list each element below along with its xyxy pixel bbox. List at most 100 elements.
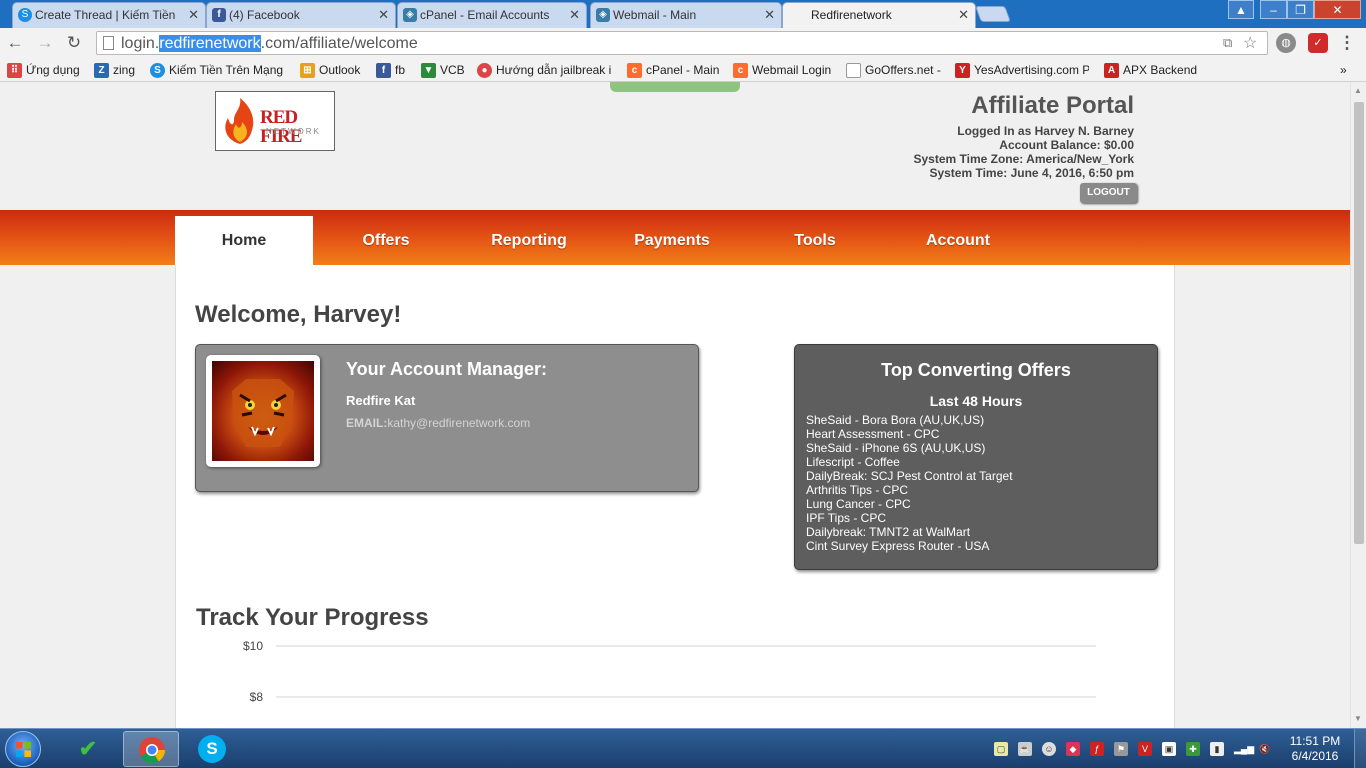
tray-note-icon[interactable]: ▢: [994, 742, 1008, 756]
offer-item[interactable]: Dailybreak: TMNT2 at WalMart: [806, 525, 1013, 539]
bookmark-yesadvertising[interactable]: Y YesAdvertising.com P: [955, 61, 1089, 79]
offer-item[interactable]: IPF Tips - CPC: [806, 511, 1013, 525]
portal-title: Affiliate Portal: [971, 92, 1134, 119]
bookmarks-overflow-icon[interactable]: »: [1340, 61, 1347, 79]
new-tab-button[interactable]: [975, 6, 1011, 22]
offer-item[interactable]: Arthritis Tips - CPC: [806, 483, 1013, 497]
reload-icon[interactable]: ↻: [63, 32, 85, 54]
extension-badge-icon[interactable]: ✓: [1308, 33, 1328, 53]
scroll-thumb[interactable]: [1354, 102, 1364, 544]
network-signal-icon[interactable]: ▂▄▆: [1234, 742, 1254, 756]
menu-icon[interactable]: ⋮: [1336, 32, 1358, 54]
tray-flag-icon[interactable]: ⚑: [1114, 742, 1128, 756]
taskbar-chrome[interactable]: [123, 731, 179, 767]
redfire-logo[interactable]: RED FIRE NETWORK: [215, 91, 335, 151]
offer-item[interactable]: Heart Assessment - CPC: [806, 427, 1013, 441]
restore-button[interactable]: ❐: [1287, 0, 1314, 19]
minimize-button[interactable]: –: [1260, 0, 1287, 19]
taskbar-checkmark-app[interactable]: ✔: [60, 731, 116, 767]
account-manager-name: Redfire Kat: [346, 393, 416, 408]
page-scrollbar[interactable]: ▲ ▼: [1350, 82, 1366, 728]
bookmark-zing[interactable]: Zzing: [94, 61, 135, 79]
tab-title: (4) Facebook: [229, 8, 300, 22]
tab-title: Webmail - Main: [613, 8, 697, 22]
close-icon[interactable]: ✕: [764, 3, 775, 27]
logout-button[interactable]: LOGOUT: [1080, 183, 1137, 203]
translate-icon[interactable]: ⧉: [1223, 35, 1232, 51]
welcome-heading: Welcome, Harvey!: [195, 301, 402, 328]
close-icon[interactable]: ✕: [958, 3, 969, 27]
bookmark-kiem-tien[interactable]: S Kiếm Tiền Trên Mạng: [150, 61, 283, 79]
start-button[interactable]: [5, 731, 41, 767]
bookmark-webmail-login[interactable]: c Webmail Login: [733, 61, 831, 79]
offer-item[interactable]: SheSaid - Bora Bora (AU,UK,US): [806, 413, 1013, 427]
tab-create-thread[interactable]: S Create Thread | Kiếm Tiền ✕: [12, 2, 206, 28]
page-icon: [103, 36, 114, 50]
bookmark-outlook[interactable]: ⊞ Outlook: [300, 61, 360, 79]
close-icon[interactable]: ✕: [569, 3, 580, 27]
system-time: System Time: June 4, 2016, 6:50 pm: [929, 166, 1134, 180]
bookmark-apx-backend[interactable]: A APX Backend: [1104, 61, 1197, 79]
page-viewport: RED FIRE NETWORK Affiliate Portal Logged…: [0, 82, 1350, 728]
bookmark-star-icon[interactable]: ☆: [1243, 33, 1257, 53]
volume-muted-icon[interactable]: 🔇: [1258, 742, 1272, 756]
checkmark-icon: ✔: [78, 736, 98, 761]
tab-cpanel-email[interactable]: ◈ cPanel - Email Accounts ✕: [397, 2, 587, 28]
tray-usb-icon[interactable]: ▮: [1210, 742, 1224, 756]
nav-home[interactable]: Home: [175, 216, 313, 265]
close-icon[interactable]: ✕: [188, 3, 199, 27]
user-profile-icon[interactable]: ▲: [1228, 0, 1254, 19]
tab-webmail[interactable]: ◈ Webmail - Main ✕: [590, 2, 782, 28]
close-window-button[interactable]: ✕: [1314, 0, 1361, 19]
tab-title: Create Thread | Kiếm Tiền: [35, 8, 176, 22]
bookmark-gooffers[interactable]: GoOffers.net -: [846, 61, 941, 79]
bookmark-jailbreak[interactable]: ● Hướng dẫn jailbreak i: [477, 61, 614, 79]
top-offers-list: SheSaid - Bora Bora (AU,UK,US) Heart Ass…: [806, 413, 1013, 553]
bookmark-vcb[interactable]: ▼ VCB: [421, 61, 465, 79]
nav-account[interactable]: Account: [889, 216, 1027, 265]
tray-app-icon[interactable]: ◆: [1066, 742, 1080, 756]
tab-facebook[interactable]: f (4) Facebook ✕: [206, 2, 396, 28]
forward-icon[interactable]: →: [34, 32, 56, 54]
nav-tools[interactable]: Tools: [746, 216, 884, 265]
y-tick-label: $8: [250, 690, 264, 704]
nav-offers[interactable]: Offers: [317, 216, 455, 265]
show-desktop-button[interactable]: [1354, 729, 1366, 768]
y-tick-label: $10: [243, 639, 263, 653]
apx-icon: A: [1104, 63, 1119, 78]
scroll-up-icon[interactable]: ▲: [1354, 86, 1362, 95]
email-link[interactable]: kathy@redfirenetwork.com: [387, 416, 530, 430]
tray-vivaldi-icon[interactable]: V: [1138, 742, 1152, 756]
back-icon[interactable]: ←: [4, 32, 26, 54]
nav-reporting[interactable]: Reporting: [460, 216, 598, 265]
offer-item[interactable]: Lung Cancer - CPC: [806, 497, 1013, 511]
tray-cup-icon[interactable]: ☕: [1018, 742, 1032, 756]
yes-icon: Y: [955, 63, 970, 78]
tray-flash-icon[interactable]: ƒ: [1090, 742, 1104, 756]
zing-icon: Z: [94, 63, 109, 78]
nav-payments[interactable]: Payments: [603, 216, 741, 265]
address-bar[interactable]: login.redfirenetwork.com/affiliate/welco…: [96, 31, 1268, 55]
offer-item[interactable]: Cint Survey Express Router - USA: [806, 539, 1013, 553]
tray-smiley-icon[interactable]: ☺: [1042, 742, 1056, 756]
close-icon[interactable]: ✕: [378, 3, 389, 27]
scroll-down-icon[interactable]: ▼: [1354, 714, 1362, 723]
offer-item[interactable]: DailyBreak: SCJ Pest Control at Target: [806, 469, 1013, 483]
offer-item[interactable]: SheSaid - iPhone 6S (AU,UK,US): [806, 441, 1013, 455]
taskbar-skype[interactable]: S: [184, 731, 240, 767]
system-clock[interactable]: 11:51 PM 6/4/2016: [1280, 734, 1350, 764]
tab-redfirenetwork[interactable]: Redfirenetwork ✕: [782, 2, 976, 28]
extension-globe-icon[interactable]: ◍: [1276, 33, 1296, 53]
windows-taskbar: ✔ S ▢ ☕ ☺ ◆ ƒ ⚑ V ▣ ✚ ▮ ▂▄▆ 🔇 11:51 PM 6…: [0, 728, 1366, 768]
bookmark-fb[interactable]: f fb: [376, 61, 405, 79]
url-text[interactable]: login.redfirenetwork.com/affiliate/welco…: [121, 34, 418, 53]
bookmark-apps[interactable]: ⠿ Ứng dụng: [7, 61, 80, 79]
tray-monitor-icon[interactable]: ▣: [1162, 742, 1176, 756]
tiger-image: [212, 361, 314, 461]
cpanel-icon: ◈: [403, 8, 417, 22]
bookmark-cpanel-main[interactable]: c cPanel - Main: [627, 61, 719, 79]
offer-item[interactable]: Lifescript - Coffee: [806, 455, 1013, 469]
avatar: [206, 355, 320, 467]
tray-network-app-icon[interactable]: ✚: [1186, 742, 1200, 756]
browser-tab-strip: S Create Thread | Kiếm Tiền ✕ f (4) Face…: [0, 0, 1366, 28]
